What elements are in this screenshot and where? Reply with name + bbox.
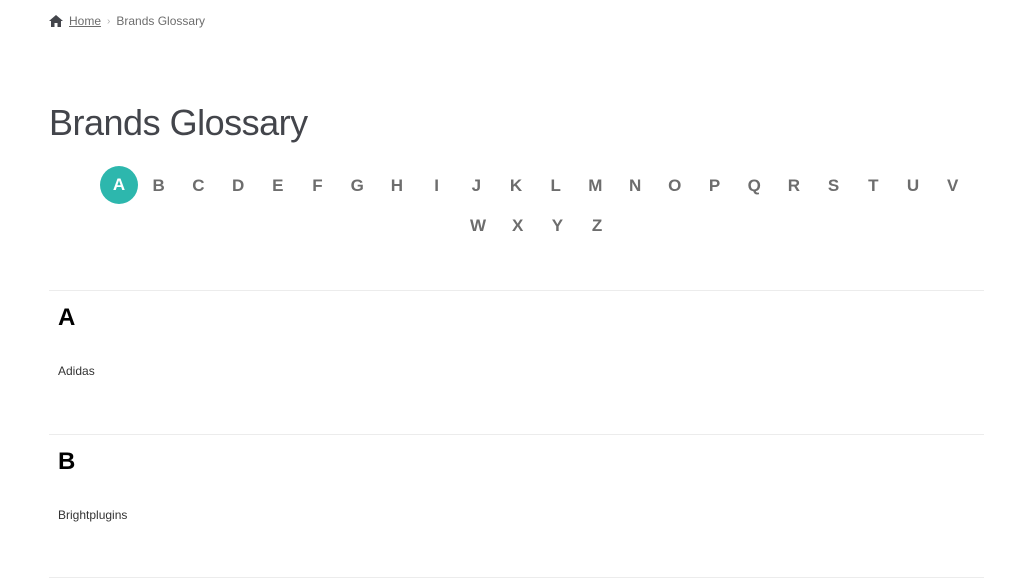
letter-link-b[interactable]: B: [140, 166, 178, 206]
letter-link-d[interactable]: D: [219, 166, 257, 206]
breadcrumb-separator: ›: [107, 15, 111, 27]
letter-link-x[interactable]: X: [499, 206, 537, 246]
page-title: Brands Glossary: [49, 102, 308, 143]
letter-link-h[interactable]: H: [378, 166, 416, 206]
letter-link-j[interactable]: J: [457, 166, 495, 206]
brand-link-adidas[interactable]: Adidas: [58, 364, 95, 378]
section-divider: [49, 577, 984, 578]
letter-link-i[interactable]: I: [418, 166, 456, 206]
home-icon: [49, 15, 63, 27]
letter-link-e[interactable]: E: [259, 166, 297, 206]
letter-link-r[interactable]: R: [775, 166, 813, 206]
breadcrumb-home-link[interactable]: Home: [69, 14, 101, 28]
letter-link-c[interactable]: C: [179, 166, 217, 206]
letter-link-w[interactable]: W: [459, 206, 497, 246]
letter-link-g[interactable]: G: [338, 166, 376, 206]
section-heading-a: A: [58, 304, 76, 331]
letter-link-z[interactable]: Z: [578, 206, 616, 246]
letter-link-q[interactable]: Q: [735, 166, 773, 206]
letter-link-a[interactable]: A: [100, 166, 138, 204]
letter-link-t[interactable]: T: [854, 166, 892, 206]
letter-link-o[interactable]: O: [656, 166, 694, 206]
page: Home › Brands Glossary Brands Glossary A…: [0, 0, 1030, 583]
letter-link-n[interactable]: N: [616, 166, 654, 206]
letter-link-f[interactable]: F: [299, 166, 337, 206]
letter-link-m[interactable]: M: [576, 166, 614, 206]
letter-link-u[interactable]: U: [894, 166, 932, 206]
letter-link-v[interactable]: V: [934, 166, 972, 206]
letter-link-l[interactable]: L: [537, 166, 575, 206]
section-divider: [49, 290, 984, 291]
section-divider: [49, 434, 984, 435]
breadcrumb-current: Brands Glossary: [116, 14, 206, 28]
letter-link-s[interactable]: S: [815, 166, 853, 206]
brand-link-brightplugins[interactable]: Brightplugins: [58, 508, 127, 522]
letter-link-y[interactable]: Y: [538, 206, 576, 246]
section-heading-b: B: [58, 448, 76, 475]
breadcrumb: Home › Brands Glossary: [49, 12, 205, 30]
letter-link-k[interactable]: K: [497, 166, 535, 206]
letter-link-p[interactable]: P: [696, 166, 734, 206]
